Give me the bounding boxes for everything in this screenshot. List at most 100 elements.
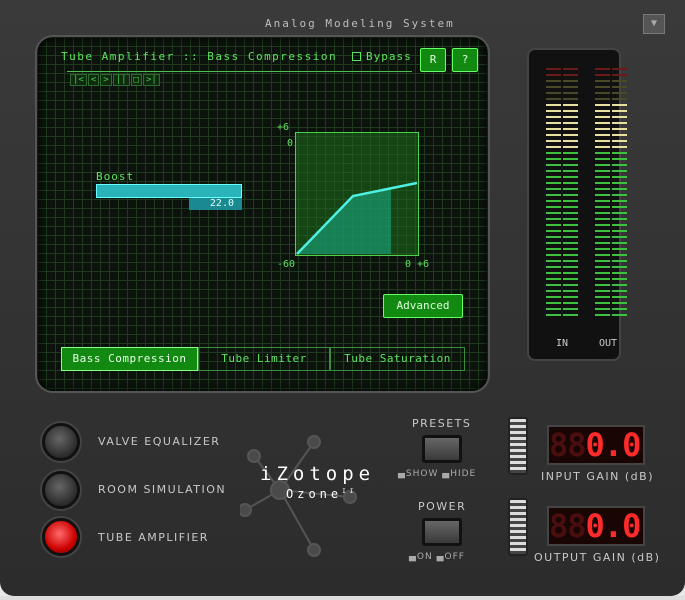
meter-segment [546,284,561,286]
meter-segment [563,164,578,166]
output-gain-slider[interactable] [508,498,528,556]
meter-segment [563,194,578,196]
meter-segment [612,104,627,106]
meter-segment [595,254,610,256]
meter-segment [546,254,561,256]
meter-segment [546,266,561,268]
menu-dropdown-icon[interactable]: ▼ [643,14,665,34]
tab-tube-limiter[interactable]: Tube Limiter [198,347,330,371]
meter-segment [595,272,610,274]
tube-amplifier-label: TUBE AMPLIFIER [98,531,209,544]
meter-segment [612,206,627,208]
meter-segment [595,110,610,112]
meter-segment [563,104,578,106]
meter-segment [612,188,627,190]
meter-segment [546,242,561,244]
meter-segment [612,80,627,82]
meter-segment [546,272,561,274]
meter-segment [612,170,627,172]
boost-slider[interactable] [96,184,242,198]
meter-segment [595,134,610,136]
graph-y-zero-label: 0 [287,138,294,149]
meter-segment [563,110,578,112]
room-simulation-label: ROOM SIMULATION [98,483,227,496]
meter-segment [612,122,627,124]
meter-segment [595,116,610,118]
tab-bar: Bass Compression Tube Limiter Tube Satur… [61,347,465,371]
meter-segment [595,236,610,238]
meter-segment [612,242,627,244]
power-button[interactable] [422,518,462,546]
presets-label: PRESETS [412,417,472,430]
meter-segment [546,152,561,154]
meter-segment [563,284,578,286]
level-meters: IN OUT [527,48,627,361]
reset-button[interactable]: R [420,48,446,72]
meter-segment [595,92,610,94]
meter-segment [546,170,561,172]
meter-segment [595,170,610,172]
meter-segment [595,176,610,178]
help-button[interactable]: ? [452,48,478,72]
meter-segment [612,218,627,220]
presets-button[interactable] [422,435,462,463]
power-label: POWER [418,500,467,513]
meter-segment [595,122,610,124]
meter-segment [563,272,578,274]
pause-button[interactable]: || [112,74,130,86]
power-on-off-label: ▄ON ▄OFF [409,552,465,562]
meter-segment [546,110,561,112]
compression-curve [296,181,418,255]
meter-segment [563,86,578,88]
meter-segment [595,302,610,304]
meter-segment [612,86,627,88]
meter-segment [563,80,578,82]
meter-segment [563,218,578,220]
bypass-checkbox[interactable]: Bypass [352,50,412,63]
meter-segment [563,242,578,244]
meter-segment [595,146,610,148]
meter-segment [546,194,561,196]
valve-equalizer-label: VALVE EQUALIZER [98,435,221,448]
meter-segment [612,74,627,76]
valve-equalizer-toggle[interactable] [42,423,80,461]
meter-segment [595,98,610,100]
meter-segment [546,182,561,184]
meter-segment [563,278,578,280]
compression-curve-graph[interactable] [295,132,419,256]
meter-segment [612,146,627,148]
meter-segment [546,128,561,130]
tab-tube-saturation[interactable]: Tube Saturation [330,347,465,371]
meter-in-right [563,68,578,320]
display-screen: Tube Amplifier :: Bass Compression Bypas… [35,35,490,393]
meter-segment [595,188,610,190]
meter-segment [563,236,578,238]
meter-segment [563,188,578,190]
prev-button[interactable]: < [87,74,100,86]
meter-segment [563,248,578,250]
meter-segment [546,224,561,226]
meter-segment [563,158,578,160]
meter-segment [546,218,561,220]
input-gain-slider[interactable] [508,417,528,475]
last-button[interactable]: >| [142,74,160,86]
tube-amplifier-toggle[interactable] [42,518,80,556]
meter-segment [595,182,610,184]
meter-segment [612,308,627,310]
play-button[interactable]: > [100,74,112,86]
transport-controls: |< < > || □ >| [70,74,160,86]
meter-segment [612,284,627,286]
tab-bass-compression[interactable]: Bass Compression [61,347,198,371]
meter-segment [595,200,610,202]
meter-segment [595,284,610,286]
ozone-logo: OzoneII [286,487,358,501]
first-button[interactable]: |< [70,74,87,86]
meter-segment [546,290,561,292]
presets-show-label: ▄SHOW ▄HIDE [398,469,477,479]
meter-segment [563,68,578,70]
stop-button[interactable]: □ [130,74,142,86]
meter-segment [595,152,610,154]
room-simulation-toggle[interactable] [42,471,80,509]
advanced-button[interactable]: Advanced [383,294,463,318]
meter-segment [546,164,561,166]
